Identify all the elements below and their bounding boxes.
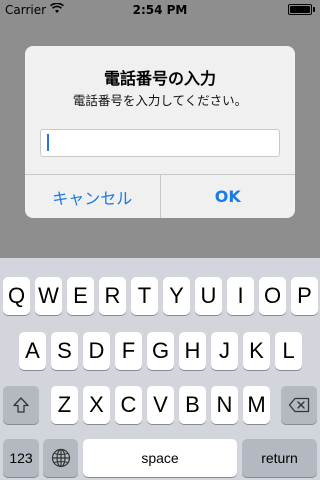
return-key[interactable]: return <box>242 439 317 477</box>
key-d[interactable]: D <box>83 332 110 370</box>
phone-number-input[interactable] <box>40 129 280 157</box>
key-u[interactable]: U <box>195 277 222 315</box>
key-e[interactable]: E <box>67 277 94 315</box>
key-b[interactable]: B <box>179 386 206 424</box>
key-y[interactable]: Y <box>163 277 190 315</box>
shift-icon <box>3 386 39 424</box>
key-k[interactable]: K <box>243 332 270 370</box>
key-z[interactable]: Z <box>51 386 78 424</box>
key-c[interactable]: C <box>115 386 142 424</box>
keyboard: Q W E R T Y U I O P A S D F G H J K L Z … <box>0 258 320 480</box>
globe-icon <box>43 439 78 477</box>
globe-key[interactable] <box>43 439 78 477</box>
alert-button-row: キャンセル OK <box>25 174 295 218</box>
key-f[interactable]: F <box>115 332 142 370</box>
key-q[interactable]: Q <box>3 277 30 315</box>
key-h[interactable]: H <box>179 332 206 370</box>
key-n[interactable]: N <box>211 386 238 424</box>
status-time: 2:54 PM <box>132 3 188 17</box>
ok-button[interactable]: OK <box>161 175 296 218</box>
space-key[interactable]: space <box>83 439 237 477</box>
key-v[interactable]: V <box>147 386 174 424</box>
delete-icon <box>281 386 317 424</box>
key-o[interactable]: O <box>259 277 286 315</box>
key-s[interactable]: S <box>51 332 78 370</box>
alert-title: 電話番号の入力 <box>103 69 216 88</box>
cancel-button[interactable]: キャンセル <box>25 175 160 218</box>
key-x[interactable]: X <box>83 386 110 424</box>
key-w[interactable]: W <box>35 277 62 315</box>
shift-key[interactable] <box>3 386 39 424</box>
status-bar: Carrier 2:54 PM <box>0 0 320 20</box>
delete-key[interactable] <box>281 386 317 424</box>
alert-dialog: 電話番号の入力 電話番号を入力してください。 キャンセル OK <box>25 46 295 218</box>
battery-icon <box>288 4 315 15</box>
key-l[interactable]: L <box>275 332 302 370</box>
key-t[interactable]: T <box>131 277 158 315</box>
key-j[interactable]: J <box>211 332 238 370</box>
text-caret <box>47 134 49 151</box>
key-g[interactable]: G <box>147 332 174 370</box>
numbers-key[interactable]: 123 <box>3 439 39 477</box>
key-p[interactable]: P <box>291 277 318 315</box>
key-m[interactable]: M <box>243 386 270 424</box>
key-i[interactable]: I <box>227 277 254 315</box>
key-a[interactable]: A <box>19 332 46 370</box>
key-r[interactable]: R <box>99 277 126 315</box>
alert-message: 電話番号を入力してください。 <box>72 93 248 108</box>
